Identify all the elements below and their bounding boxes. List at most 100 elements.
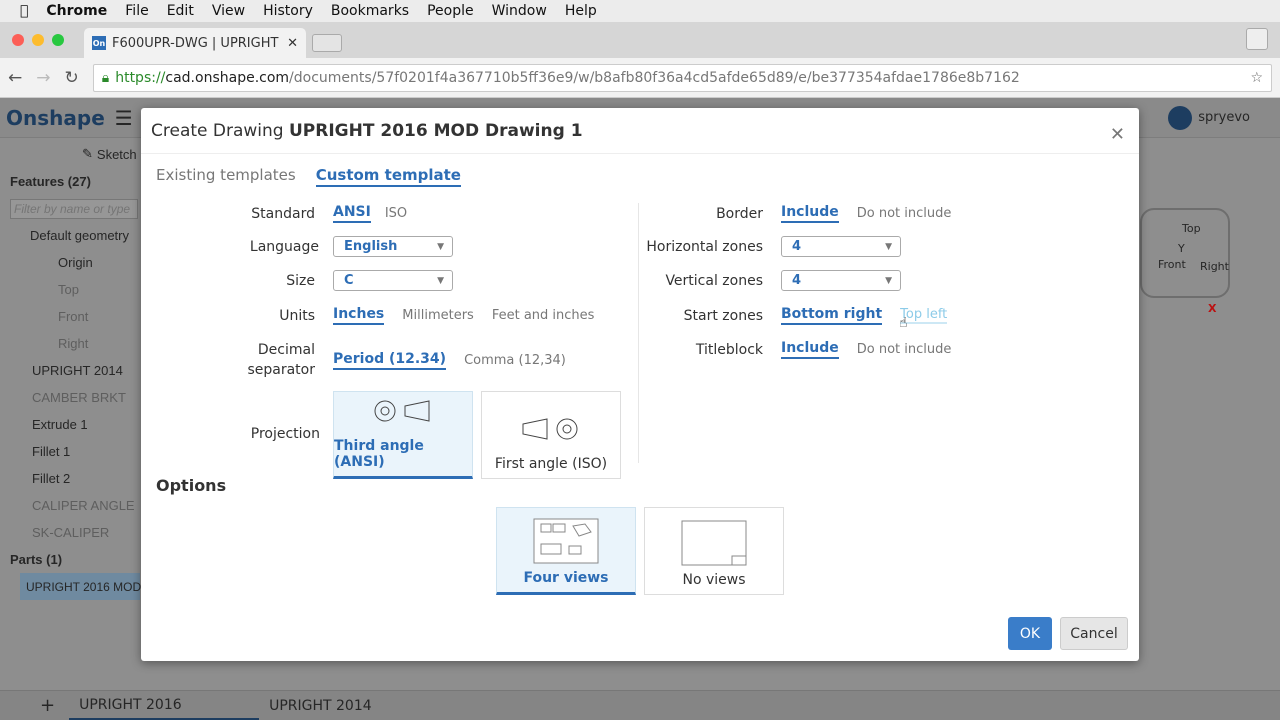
titleblock-include[interactable]: Include (781, 340, 839, 359)
part-item[interactable]: UPRIGHT 2016 MOD (20, 573, 141, 600)
feature-item[interactable]: Right (0, 330, 140, 357)
no-views-icon (681, 520, 747, 566)
feature-item[interactable]: Origin (0, 249, 140, 276)
apple-icon[interactable]:  (20, 3, 28, 19)
window-controls (12, 34, 64, 46)
menu-icon[interactable]: ☰ (115, 106, 133, 130)
menu-file[interactable]: File (125, 3, 148, 19)
feature-item[interactable]: CALIPER ANGLE (0, 492, 140, 519)
onshape-logo[interactable]: Onshape (6, 106, 105, 130)
vertical-zones-value: 4 (792, 273, 802, 288)
menu-chrome[interactable]: Chrome (46, 3, 107, 19)
browser-tab[interactable]: On F600UPR-DWG | UPRIGHT 20 ✕ (84, 28, 306, 58)
view-cube[interactable]: Top Front Right Y Z X (1128, 208, 1230, 315)
third-angle-icon (374, 400, 430, 422)
close-icon[interactable]: ✕ (1110, 124, 1125, 145)
cube-top-label: Top (1182, 222, 1201, 235)
four-views-icon (533, 518, 599, 564)
menu-view[interactable]: View (212, 3, 245, 19)
url-scheme: https:// (115, 69, 166, 86)
menu-window[interactable]: Window (492, 3, 547, 19)
forward-icon[interactable]: → (36, 68, 50, 88)
cube-front-label: Front (1158, 258, 1186, 271)
vertical-zones-row: Vertical zones 4 ▼ (141, 270, 901, 291)
projection-label: Projection (250, 426, 320, 442)
feature-item[interactable]: Default geometry (0, 222, 140, 249)
url-path: /documents/57f0201f4a367710b5ff36e9/w/b8… (289, 69, 1020, 86)
title-prefix: Create Drawing (151, 120, 284, 141)
back-icon[interactable]: ← (8, 68, 22, 88)
views-four[interactable]: Four views (496, 507, 636, 595)
menu-edit[interactable]: Edit (167, 3, 194, 19)
tab-upright-2014[interactable]: UPRIGHT 2014 (259, 691, 449, 720)
tab-upright-2016[interactable]: UPRIGHT 2016 (69, 691, 260, 720)
url-input[interactable]: 🔒︎ https://cad.onshape.com/documents/57f… (92, 63, 1272, 92)
sketch-button[interactable]: ✎ Sketch (0, 140, 140, 168)
start-bottom-right[interactable]: Bottom right (781, 306, 883, 325)
tab-label: UPRIGHT 2014 (269, 697, 372, 714)
user-avatar[interactable] (1168, 105, 1193, 130)
parts-header: Parts (1) (10, 552, 63, 567)
projection-third-angle[interactable]: Third angle (ANSI) (333, 391, 473, 479)
border-do-not-include[interactable]: Do not include (857, 206, 952, 221)
axis-x-label: X (1208, 302, 1217, 315)
horizontal-zones-label: Horizontal zones (646, 238, 763, 255)
tab-custom-template[interactable]: Custom template (315, 166, 461, 187)
new-tab-button[interactable] (312, 34, 342, 52)
feature-item[interactable]: CAMBER BRKT (0, 384, 140, 411)
start-zones-row: Start zones Bottom right Top left (141, 306, 965, 325)
tab-existing-templates[interactable]: Existing templates (156, 166, 296, 187)
close-tab-icon[interactable]: ✕ (287, 36, 298, 51)
feature-item[interactable]: UPRIGHT 2014 (0, 357, 140, 384)
reload-icon[interactable]: ↻ (65, 68, 79, 88)
bottom-tab-bar: + UPRIGHT 2016 UPRIGHT 2014 (0, 690, 1280, 720)
feature-item[interactable]: Extrude 1 (0, 411, 140, 438)
onshape-favicon: On (92, 36, 106, 50)
pencil-icon: ✎ (82, 146, 93, 161)
menu-people[interactable]: People (427, 3, 474, 19)
features-header: Features (27) (10, 174, 91, 189)
border-row: Border Include Do not include (141, 204, 969, 223)
bookmark-star-icon[interactable]: ☆ (1250, 70, 1263, 86)
chevron-down-icon: ▼ (885, 241, 892, 252)
menu-help[interactable]: Help (565, 3, 597, 19)
filter-input[interactable] (10, 198, 138, 219)
four-views-label: Four views (523, 570, 609, 586)
title-name: UPRIGHT 2016 MOD Drawing 1 (289, 120, 583, 141)
start-zones-label: Start zones (683, 307, 763, 324)
tab-title: F600UPR-DWG | UPRIGHT 20 (112, 35, 282, 51)
options-header: Options (156, 476, 227, 495)
feature-item[interactable]: SK-CALIPER (0, 519, 140, 546)
first-angle-icon (522, 418, 578, 440)
dialog-title: Create Drawing UPRIGHT 2016 MOD Drawing … (141, 108, 1139, 154)
border-label: Border (716, 205, 763, 222)
axis-y-label: Y (1178, 242, 1185, 255)
horizontal-zones-select[interactable]: 4 ▼ (781, 236, 901, 257)
minimize-window-button[interactable] (32, 34, 44, 46)
feature-item[interactable]: Fillet 1 (0, 438, 140, 465)
views-none[interactable]: No views (644, 507, 784, 595)
titleblock-row: Titleblock Include Do not include (141, 340, 969, 359)
ok-button[interactable]: OK (1008, 617, 1052, 650)
feature-item[interactable]: Front (0, 303, 140, 330)
cube-right-label: Right (1200, 260, 1229, 273)
feature-list: ✎Sketch Features (27) Default geometry O… (0, 140, 141, 690)
menu-history[interactable]: History (263, 3, 313, 19)
decimal-label-2: separator (247, 362, 315, 378)
menu-bookmarks[interactable]: Bookmarks (331, 3, 409, 19)
close-window-button[interactable] (12, 34, 24, 46)
profile-button[interactable] (1246, 28, 1268, 50)
feature-item[interactable]: Top (0, 276, 140, 303)
titleblock-do-not-include[interactable]: Do not include (857, 342, 952, 357)
maximize-window-button[interactable] (52, 34, 64, 46)
feature-item[interactable]: Fillet 2 (0, 465, 140, 492)
projection-first-angle[interactable]: First angle (ISO) (481, 391, 621, 479)
cancel-button[interactable]: Cancel (1060, 617, 1128, 650)
horizontal-zones-row: Horizontal zones 4 ▼ (141, 236, 901, 257)
url-host: cad.onshape.com (165, 69, 290, 86)
user-name[interactable]: spryevo (1198, 110, 1250, 125)
add-tab-icon[interactable]: + (40, 695, 55, 716)
border-include[interactable]: Include (781, 204, 839, 223)
vertical-zones-select[interactable]: 4 ▼ (781, 270, 901, 291)
horizontal-zones-value: 4 (792, 239, 802, 254)
